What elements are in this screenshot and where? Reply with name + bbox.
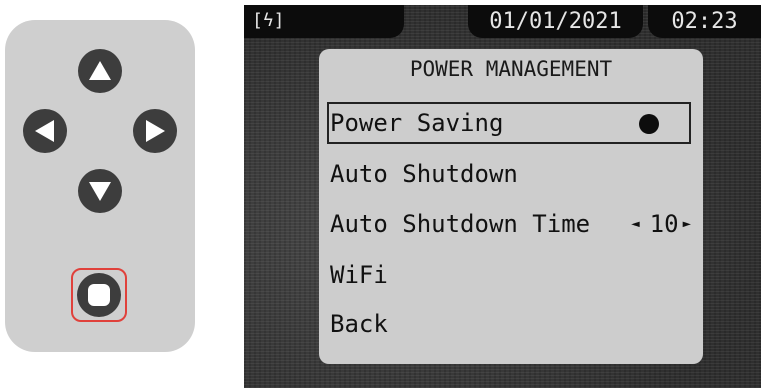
menu-title: POWER MANAGEMENT bbox=[409, 57, 613, 81]
square-icon bbox=[88, 284, 110, 306]
down-triangle-icon bbox=[89, 182, 111, 201]
time-display: 02:23 bbox=[648, 5, 761, 38]
menu-item-label: WiFi bbox=[330, 261, 388, 289]
right-button[interactable] bbox=[133, 109, 177, 153]
menu-item-auto-shutdown[interactable]: Auto Shutdown bbox=[327, 153, 691, 195]
menu-item-label: Power Saving bbox=[330, 109, 504, 137]
battery-area: [ϟ] bbox=[244, 5, 404, 38]
menu-item-wifi[interactable]: WiFi bbox=[327, 254, 691, 296]
left-triangle-icon bbox=[35, 120, 54, 142]
menu-item-power-saving[interactable]: Power Saving bbox=[327, 102, 691, 144]
up-triangle-icon bbox=[89, 61, 111, 80]
right-arrow-icon[interactable]: ► bbox=[683, 203, 691, 245]
status-bar: [ϟ] 01/01/2021 02:23 bbox=[244, 5, 761, 38]
down-button[interactable] bbox=[78, 169, 122, 213]
menu-item-label: Back bbox=[330, 310, 388, 338]
ok-button-highlight bbox=[71, 268, 127, 322]
remote-keypad bbox=[5, 20, 195, 352]
up-button[interactable] bbox=[78, 49, 122, 93]
device-screen: [ϟ] 01/01/2021 02:23 POWER MANAGEMENT Po… bbox=[244, 5, 761, 388]
menu-item-label: Auto Shutdown bbox=[330, 160, 518, 188]
menu-item-auto-shutdown-time[interactable]: Auto Shutdown Time ◄ 10 ► bbox=[327, 203, 691, 245]
power-management-menu: POWER MANAGEMENT Power Saving Auto Shutd… bbox=[319, 49, 703, 364]
shutdown-time-value: 10 bbox=[649, 210, 679, 238]
left-arrow-icon[interactable]: ◄ bbox=[631, 203, 639, 245]
date-display: 01/01/2021 bbox=[468, 5, 643, 38]
menu-item-back[interactable]: Back bbox=[327, 303, 691, 345]
battery-charging-icon: [ϟ] bbox=[252, 10, 285, 31]
filled-dot-icon bbox=[639, 114, 659, 134]
left-button[interactable] bbox=[23, 109, 67, 153]
value-selector: ◄ 10 ► bbox=[631, 203, 691, 245]
right-triangle-icon bbox=[146, 120, 165, 142]
ok-button[interactable] bbox=[77, 273, 121, 317]
menu-item-label: Auto Shutdown Time bbox=[330, 210, 591, 238]
